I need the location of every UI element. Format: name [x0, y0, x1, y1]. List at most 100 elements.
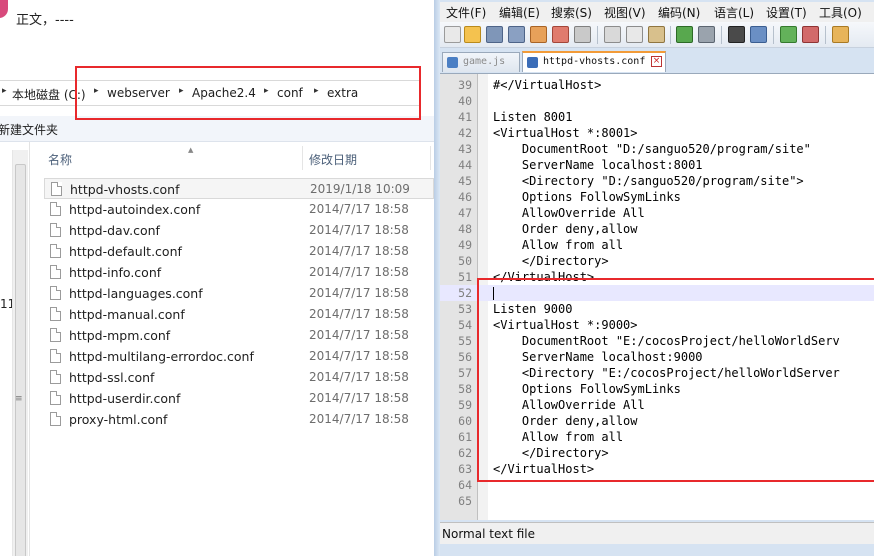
undo-icon[interactable] — [676, 26, 693, 43]
file-icon — [50, 202, 61, 216]
file-row[interactable]: httpd-info.conf 2014/7/17 18:58 — [44, 262, 434, 283]
save-all-icon[interactable] — [508, 26, 525, 43]
file-row[interactable]: httpd-vhosts.conf 2019/1/18 10:09 — [44, 178, 434, 199]
file-name: httpd-vhosts.conf — [70, 182, 180, 197]
file-row[interactable]: httpd-ssl.conf 2014/7/17 18:58 — [44, 367, 434, 388]
code-line[interactable]: 44 ServerName localhost:8001 — [440, 157, 874, 173]
file-icon — [50, 223, 61, 237]
file-row[interactable]: proxy-html.conf 2014/7/17 18:58 — [44, 409, 434, 430]
open-file-icon[interactable] — [464, 26, 481, 43]
column-name-header[interactable]: 名称 — [48, 151, 72, 168]
file-icon — [50, 412, 61, 426]
file-row[interactable]: httpd-default.conf 2014/7/17 18:58 — [44, 241, 434, 262]
tab-bar: game.js httpd-vhosts.conf × — [440, 50, 874, 72]
code-line[interactable]: 65 — [440, 493, 874, 509]
menu-file[interactable]: 文件(F) — [446, 4, 486, 21]
code-line[interactable]: 46 Options FollowSymLinks — [440, 189, 874, 205]
code-line[interactable]: 50 </Directory> — [440, 253, 874, 269]
chevron-right-icon[interactable]: ▸ — [2, 86, 7, 96]
code-line[interactable]: 40 — [440, 93, 874, 109]
replace-icon[interactable] — [750, 26, 767, 43]
paste-icon[interactable] — [648, 26, 665, 43]
zoom-in-icon[interactable] — [780, 26, 797, 43]
close-file-icon[interactable] — [530, 26, 547, 43]
code-text: </Directory> — [493, 254, 609, 268]
file-name: httpd-autoindex.conf — [69, 202, 201, 217]
file-name: httpd-ssl.conf — [69, 370, 155, 385]
file-list: httpd-vhosts.conf 2019/1/18 10:09 httpd-… — [44, 178, 434, 430]
navigation-scrollbar[interactable]: ≡ — [12, 150, 28, 556]
file-name: httpd-multilang-errordoc.conf — [69, 349, 254, 364]
cut-icon[interactable] — [604, 26, 621, 43]
new-file-icon[interactable] — [444, 26, 461, 43]
code-text: <VirtualHost *:8001> — [493, 126, 638, 140]
file-name: httpd-dav.conf — [69, 223, 160, 238]
file-row[interactable]: httpd-multilang-errordoc.conf 2014/7/17 … — [44, 346, 434, 367]
toolbar-separator — [825, 26, 826, 44]
copy-icon[interactable] — [626, 26, 643, 43]
menu-encoding[interactable]: 编码(N) — [658, 4, 700, 21]
file-tab-icon — [447, 57, 458, 68]
new-folder-button[interactable]: 新建文件夹 — [0, 121, 58, 138]
explorer-top-strip: 正文，---- — [0, 0, 440, 48]
file-date: 2014/7/17 18:58 — [309, 307, 409, 321]
sort-caret-icon: ▲ — [188, 146, 194, 154]
file-row[interactable]: httpd-mpm.conf 2014/7/17 18:58 — [44, 325, 434, 346]
tab-label: httpd-vhosts.conf — [543, 56, 646, 67]
code-line[interactable]: 49 Allow from all — [440, 237, 874, 253]
line-number: 62 — [458, 446, 472, 460]
file-row[interactable]: httpd-dav.conf 2014/7/17 18:58 — [44, 220, 434, 241]
close-all-icon[interactable] — [552, 26, 569, 43]
code-line[interactable]: 48 Order deny,allow — [440, 221, 874, 237]
redo-icon[interactable] — [698, 26, 715, 43]
file-row[interactable]: httpd-languages.conf 2014/7/17 18:58 — [44, 283, 434, 304]
save-icon[interactable] — [486, 26, 503, 43]
code-line[interactable]: 47 AllowOverride All — [440, 205, 874, 221]
code-line[interactable]: 41 Listen 8001 — [440, 109, 874, 125]
breadcrumb-highlight-box — [75, 66, 421, 120]
menu-settings[interactable]: 设置(T) — [766, 4, 807, 21]
column-date-header[interactable]: 修改日期 — [309, 151, 357, 168]
print-icon[interactable] — [574, 26, 591, 43]
line-number: 61 — [458, 430, 472, 444]
line-number: 59 — [458, 398, 472, 412]
code-line[interactable]: 43 DocumentRoot "D:/sanguo520/program/si… — [440, 141, 874, 157]
code-line[interactable]: 45 <Directory "D:/sanguo520/program/site… — [440, 173, 874, 189]
file-tab-icon — [527, 57, 538, 68]
line-number: 48 — [458, 222, 472, 236]
file-icon — [50, 370, 61, 384]
column-divider[interactable] — [302, 146, 303, 170]
menu-tools[interactable]: 工具(O) — [819, 4, 862, 21]
menu-edit[interactable]: 编辑(E) — [499, 4, 540, 21]
file-row[interactable]: httpd-autoindex.conf 2014/7/17 18:58 — [44, 199, 434, 220]
line-number: 41 — [458, 110, 472, 124]
code-line[interactable]: 39 #</VirtualHost> — [440, 77, 874, 93]
file-icon — [50, 265, 61, 279]
close-icon[interactable]: × — [651, 56, 662, 67]
file-row[interactable]: httpd-userdir.conf 2014/7/17 18:58 — [44, 388, 434, 409]
tab-game-js[interactable]: game.js — [442, 52, 520, 72]
file-row[interactable]: httpd-manual.conf 2014/7/17 18:58 — [44, 304, 434, 325]
avatar — [0, 0, 8, 18]
file-date: 2014/7/17 18:58 — [309, 328, 409, 342]
line-number: 42 — [458, 126, 472, 140]
file-date: 2014/7/17 18:58 — [309, 265, 409, 279]
line-number: 54 — [458, 318, 472, 332]
menu-language[interactable]: 语言(L) — [714, 4, 754, 21]
toolbar-separator — [773, 26, 774, 44]
menu-bar: 文件(F) 编辑(E) 搜索(S) 视图(V) 编码(N) 语言(L) 设置(T… — [440, 2, 874, 22]
file-icon — [50, 244, 61, 258]
code-line[interactable]: 42 <VirtualHost *:8001> — [440, 125, 874, 141]
file-name: proxy-html.conf — [69, 412, 168, 427]
file-type-status: Normal text file — [442, 527, 536, 541]
find-icon[interactable] — [728, 26, 745, 43]
line-number: 46 — [458, 190, 472, 204]
zoom-out-icon[interactable] — [802, 26, 819, 43]
column-divider[interactable] — [430, 146, 431, 170]
menu-search[interactable]: 搜索(S) — [551, 4, 592, 21]
tab-httpd-vhosts[interactable]: httpd-vhosts.conf × — [522, 51, 666, 72]
file-name: httpd-info.conf — [69, 265, 162, 280]
scrollbar-thumb[interactable] — [15, 164, 26, 556]
menu-view[interactable]: 视图(V) — [604, 4, 646, 21]
sync-scroll-icon[interactable] — [832, 26, 849, 43]
